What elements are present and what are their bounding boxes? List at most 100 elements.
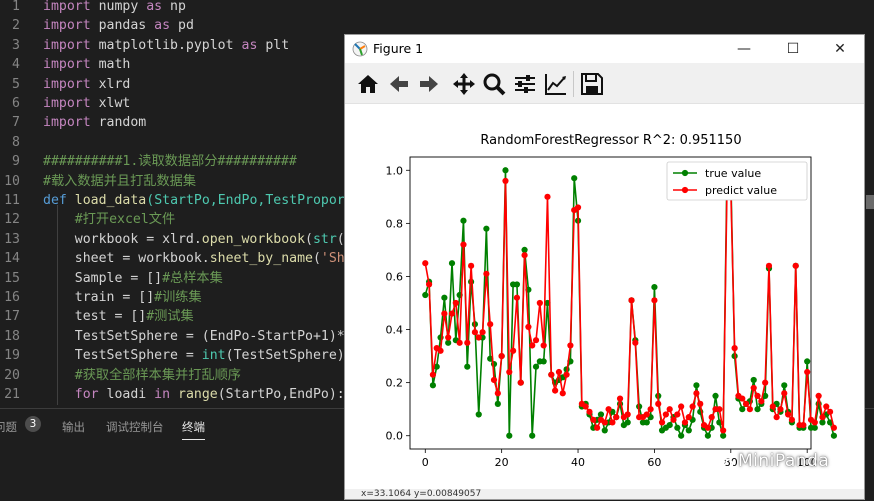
- data-point: [445, 339, 452, 346]
- scroll-thumb[interactable]: [866, 195, 874, 209]
- forward-arrow-icon[interactable]: [416, 71, 442, 97]
- data-point: [651, 297, 658, 304]
- code-text: ##########1.读取数据部分##########: [43, 154, 297, 170]
- data-point: [670, 416, 677, 423]
- data-point: [445, 334, 452, 341]
- code-line[interactable]: 2 import pandas as pd: [0, 16, 874, 35]
- data-point: [678, 432, 685, 439]
- matplotlib-logo-icon: [352, 41, 368, 57]
- plot-area[interactable]: RandomForestRegressor R^2: 0.951150 0 20 4…: [345, 104, 864, 489]
- data-point: [594, 424, 601, 431]
- home-icon[interactable]: [355, 71, 381, 97]
- data-point: [456, 339, 463, 346]
- data-point: [460, 241, 467, 248]
- data-point: [762, 379, 769, 386]
- data-point: [532, 337, 540, 344]
- data-point: [674, 411, 681, 418]
- data-point: [674, 424, 681, 431]
- data-point: [490, 376, 498, 384]
- data-point: [487, 321, 494, 328]
- code-text: import xlrd: [43, 76, 131, 92]
- tab-terminal[interactable]: 终端: [182, 419, 205, 440]
- data-point: [529, 432, 536, 439]
- series-line-predict-value: [424, 180, 835, 431]
- data-point: [468, 262, 475, 269]
- chart-title: RandomForestRegressor R^2: 0.951150: [480, 133, 741, 148]
- data-point: [750, 384, 757, 392]
- figure-window[interactable]: Figure 1 — ☐ ✕ RandomForestRegressor R^2…: [344, 34, 865, 500]
- line-chart[interactable]: RandomForestRegressor R^2: 0.951150 0 20 4…: [345, 104, 864, 489]
- x-tick-label: 40: [571, 456, 585, 469]
- data-point: [494, 390, 501, 397]
- code-text: def load_data(StartPo,EndPo,TestProport: [43, 193, 353, 208]
- line-number: 3: [12, 37, 20, 53]
- data-point: [513, 294, 521, 301]
- data-point: [811, 424, 818, 431]
- data-point: [597, 411, 605, 418]
- data-point: [422, 291, 429, 299]
- data-point: [483, 225, 490, 232]
- edit-axis-icon[interactable]: [543, 71, 569, 97]
- data-point: [544, 193, 551, 200]
- line-number: 19: [4, 348, 20, 364]
- code-text: train = []#训练集: [43, 290, 202, 305]
- data-point: [425, 281, 433, 288]
- data-point: [513, 281, 521, 288]
- data-point: [792, 262, 799, 269]
- data-point: [716, 406, 723, 413]
- data-point: [559, 390, 566, 397]
- code-text: import numpy as np: [43, 0, 186, 14]
- data-point: [437, 347, 444, 354]
- minimize-button[interactable]: —: [734, 39, 754, 59]
- line-number: 5: [12, 76, 20, 92]
- y-tick-label: 0.0: [386, 430, 404, 443]
- subplots-config-icon[interactable]: [512, 71, 538, 97]
- code-line[interactable]: 1 import numpy as np: [0, 0, 874, 16]
- data-point: [678, 403, 685, 410]
- tab-debug-console[interactable]: 调试控制台: [106, 419, 164, 435]
- maximize-button[interactable]: ☐: [783, 39, 803, 59]
- code-text: TestSetSphere = (EndPo-StartPo+1)*: [43, 328, 345, 344]
- data-point: [479, 329, 486, 336]
- data-point: [773, 414, 780, 421]
- line-number: 18: [4, 328, 20, 344]
- data-point: [647, 406, 654, 413]
- line-number: 8: [12, 134, 20, 150]
- legend-label: true value: [705, 167, 761, 180]
- watermark: MiniPanda: [738, 451, 830, 471]
- code-text: #载入数据并且打乱数据集: [43, 173, 197, 189]
- line-number: 17: [4, 309, 20, 325]
- code-text: workbook = xlrd.open_workbook(str(: [43, 231, 345, 247]
- zoom-icon[interactable]: [481, 71, 507, 97]
- data-point: [422, 260, 429, 267]
- save-icon[interactable]: [579, 71, 605, 97]
- data-point: [830, 424, 838, 431]
- data-point: [704, 432, 711, 439]
- pan-icon[interactable]: [451, 71, 477, 97]
- data-point: [464, 339, 471, 346]
- close-button[interactable]: ✕: [830, 39, 850, 59]
- data-point: [429, 382, 437, 389]
- data-point: [720, 427, 727, 434]
- cursor-coordinates: x=33.1064 y=0.00849057: [361, 489, 482, 499]
- data-point: [823, 403, 830, 410]
- data-point: [506, 368, 513, 376]
- data-point: [452, 299, 459, 307]
- code-text: sheet = workbook.sheet_by_name('Sh: [43, 251, 345, 267]
- data-point: [540, 358, 547, 365]
- code-text: import xlwt: [43, 96, 131, 111]
- window-titlebar[interactable]: Figure 1 — ☐ ✕: [345, 35, 864, 63]
- tab-problems[interactable]: 问题: [0, 419, 17, 435]
- figure-toolbar: [345, 63, 864, 104]
- data-point: [536, 299, 543, 307]
- back-arrow-icon[interactable]: [386, 71, 412, 97]
- data-point: [448, 310, 456, 317]
- tab-output[interactable]: 输出: [62, 419, 85, 435]
- window-title: Figure 1: [373, 41, 424, 56]
- wechat-logo-icon: [708, 453, 734, 470]
- data-point: [693, 382, 700, 389]
- legend-marker: [681, 169, 689, 177]
- data-point: [662, 411, 669, 418]
- data-point: [804, 358, 811, 365]
- data-point: [697, 400, 704, 407]
